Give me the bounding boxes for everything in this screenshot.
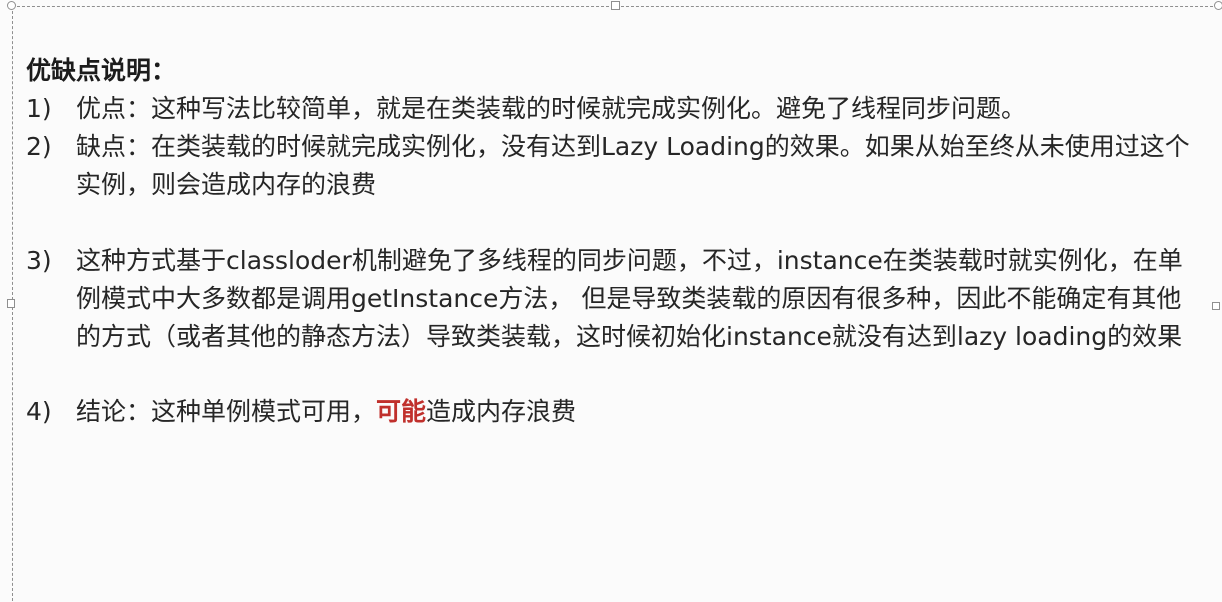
resize-handle-top-middle[interactable] <box>611 1 620 10</box>
text-box[interactable]: 优缺点说明： 1) 优点：这种写法比较简单，就是在类装载的时候就完成实例化。避免… <box>26 52 1206 431</box>
list-item-4: 4) 结论：这种单例模式可用，可能造成内存浪费 <box>26 393 1206 431</box>
list-item-number: 3) <box>26 246 52 275</box>
list-item-number: 1) <box>26 94 52 123</box>
list-item-2: 2) 缺点：在类装载的时候就完成实例化，没有达到Lazy Loading的效果。… <box>26 128 1206 204</box>
conclusion-text-end: 造成内存浪费 <box>426 397 577 426</box>
resize-handle-top-left[interactable] <box>7 1 16 10</box>
list-item-3: 3) 这种方式基于classloder机制避免了多线程的同步问题，不过，inst… <box>26 242 1206 356</box>
list-item-number: 2) <box>26 132 52 161</box>
list-item-text: 结论：这种单例模式可用，可能造成内存浪费 <box>76 393 1206 431</box>
list-item-number: 4) <box>26 397 52 426</box>
section-heading: 优缺点说明： <box>26 56 177 85</box>
list-item-1: 1) 优点：这种写法比较简单，就是在类装载的时候就完成实例化。避免了线程同步问题… <box>26 90 1206 128</box>
highlighted-text: 可能 <box>376 397 427 426</box>
conclusion-text: 结论：这种单例模式可用， <box>76 397 377 426</box>
list-item-text: 缺点：在类装载的时候就完成实例化，没有达到Lazy Loading的效果。如果从… <box>76 132 1190 199</box>
slide-canvas: 优缺点说明： 1) 优点：这种写法比较简单，就是在类装载的时候就完成实例化。避免… <box>0 0 1222 602</box>
resize-handle-middle-left[interactable] <box>7 299 15 308</box>
list-item-text: 优点：这种写法比较简单，就是在类装载的时候就完成实例化。避免了线程同步问题。 <box>76 94 1027 123</box>
resize-handle-middle-right[interactable] <box>1212 302 1220 310</box>
resize-handle-top-right[interactable] <box>1214 1 1222 10</box>
list-item-text: 这种方式基于classloder机制避免了多线程的同步问题，不过，instanc… <box>76 246 1183 351</box>
